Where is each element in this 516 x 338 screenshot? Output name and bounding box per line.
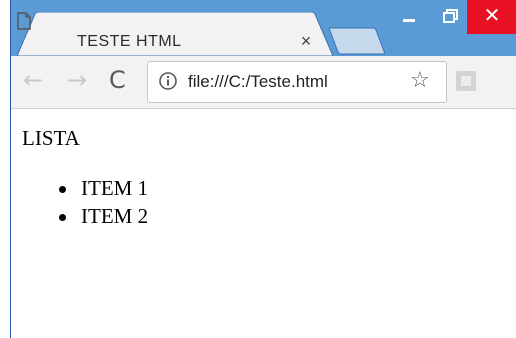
item-list: ITEM 1 ITEM 2 — [59, 176, 148, 232]
restore-icon — [443, 9, 458, 23]
new-tab-button[interactable] — [329, 27, 385, 55]
forward-button[interactable]: → — [67, 68, 87, 92]
tab-title: TESTE HTML — [77, 33, 182, 50]
list-item: ITEM 2 — [59, 204, 148, 232]
page-heading: LISTA — [22, 126, 80, 150]
toolbar: ← → C file:///C:/Teste.html ☆ ⋮ — [11, 56, 516, 109]
tab-teste-html[interactable]: TESTE HTML × — [17, 12, 333, 56]
url-text[interactable]: file:///C:/Teste.html — [188, 72, 328, 92]
info-icon[interactable] — [158, 71, 178, 91]
minimize-icon — [403, 19, 415, 22]
back-button[interactable]: ← — [23, 68, 43, 92]
bookmark-star-icon[interactable]: ☆ — [410, 68, 430, 93]
restore-button[interactable] — [429, 0, 467, 34]
menu-icon[interactable]: ⋮ — [507, 64, 516, 84]
page-content: LISTA ITEM 1 ITEM 2 — [11, 109, 516, 338]
extension-icon[interactable] — [455, 70, 477, 92]
browser-window: TESTE HTML × ✕ ← → C file:///C:/Teste.ht… — [10, 0, 516, 338]
close-icon: ✕ — [483, 3, 501, 27]
window-close-button[interactable]: ✕ — [467, 0, 516, 34]
address-bar[interactable]: file:///C:/Teste.html ☆ — [147, 61, 447, 103]
tab-close-button[interactable]: × — [298, 31, 314, 52]
title-bar: TESTE HTML × ✕ — [11, 0, 516, 56]
document-icon — [17, 12, 31, 30]
reload-button[interactable]: C — [109, 68, 126, 92]
list-item: ITEM 1 — [59, 176, 148, 204]
minimize-button[interactable] — [389, 0, 429, 34]
